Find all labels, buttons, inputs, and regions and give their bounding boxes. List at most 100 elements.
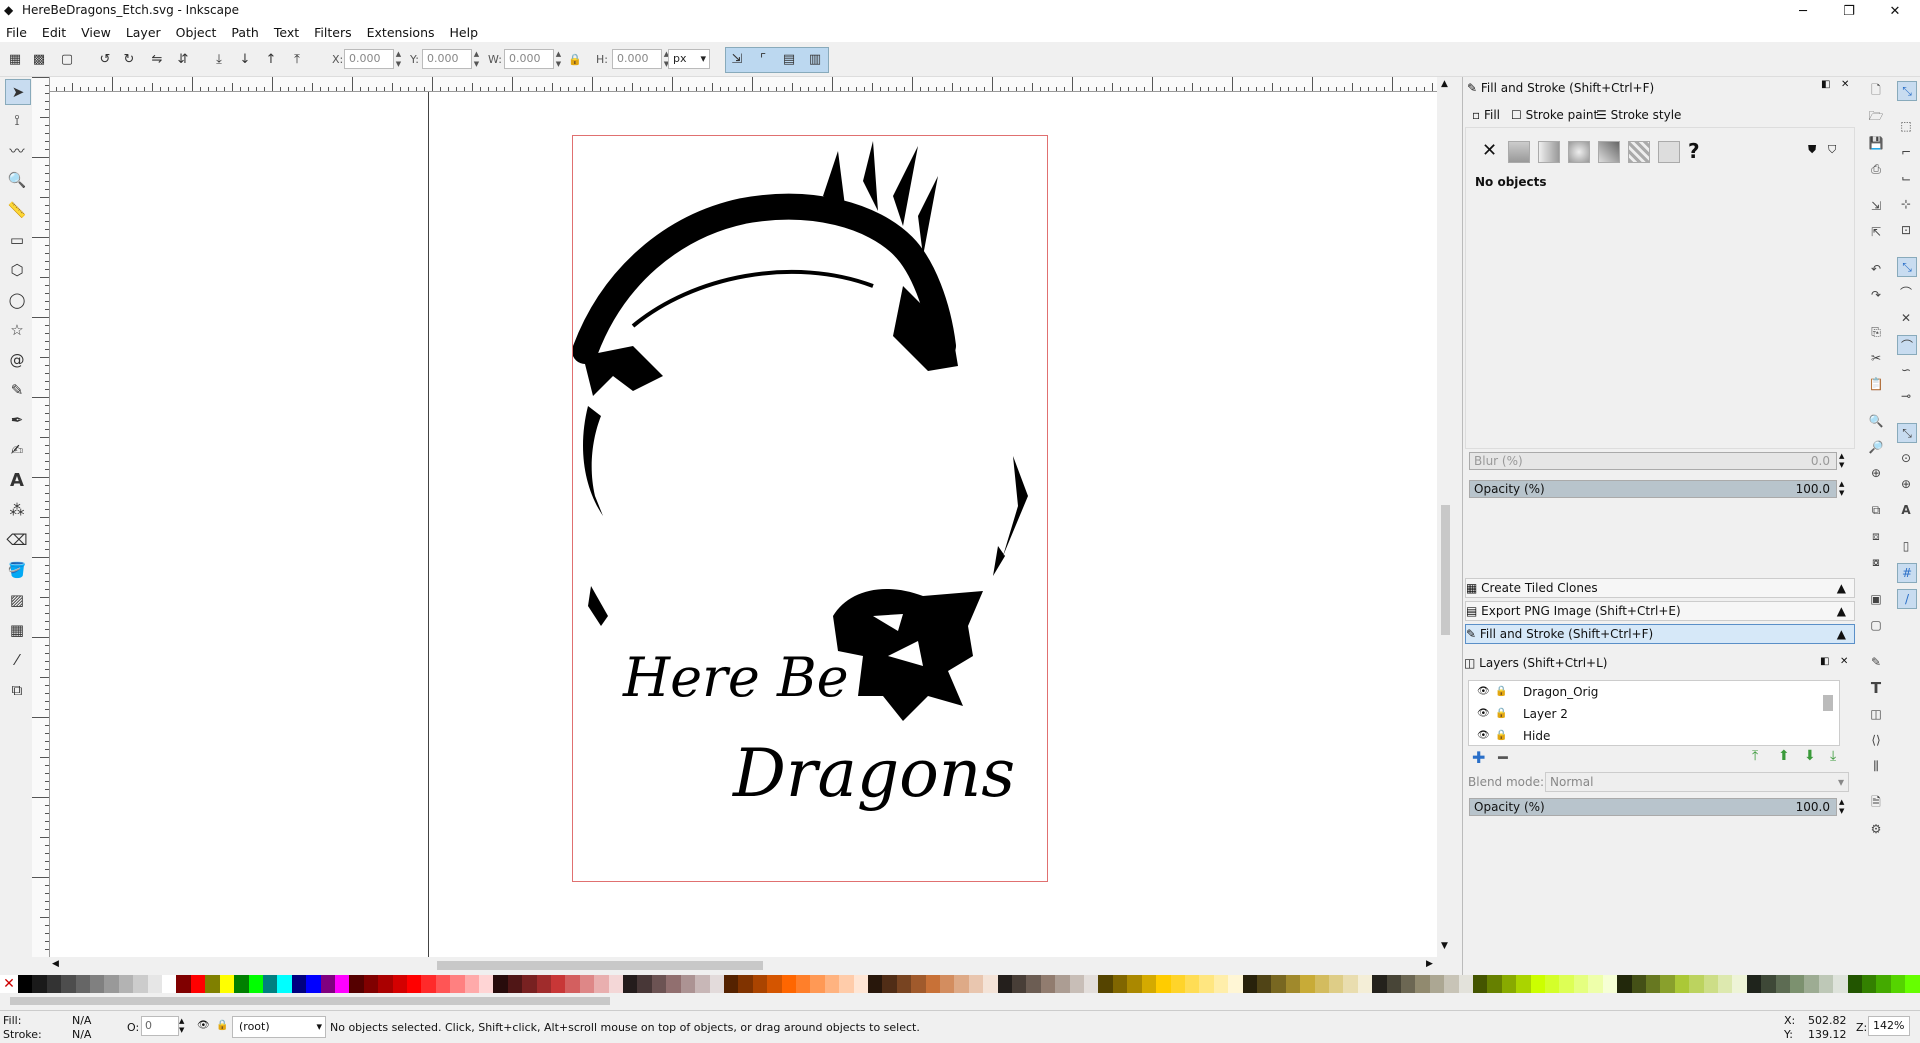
layer-row[interactable]: 👁 🔒 Layer 2 (1469, 703, 1819, 725)
color-swatch[interactable] (1170, 975, 1185, 993)
color-swatch[interactable] (1804, 975, 1819, 993)
color-swatch[interactable] (32, 975, 47, 993)
color-swatch[interactable] (579, 975, 595, 993)
color-swatch[interactable] (349, 975, 364, 993)
color-swatch[interactable] (450, 975, 465, 993)
color-swatch[interactable] (810, 975, 825, 993)
color-swatch[interactable] (551, 975, 566, 993)
star-tool-icon[interactable]: ☆ (5, 318, 29, 342)
deselect-icon[interactable]: ▢ (58, 50, 76, 68)
color-swatch[interactable] (896, 975, 912, 993)
menu-edit[interactable]: Edit (42, 25, 66, 40)
menu-path[interactable]: Path (231, 25, 258, 40)
color-swatch[interactable] (723, 975, 739, 993)
opacity-input[interactable]: 0 (141, 1016, 179, 1036)
eye-icon[interactable]: 👁 (1477, 725, 1490, 745)
no-paint-icon[interactable]: ✕ (1482, 140, 1497, 161)
lock-icon[interactable]: 🔒 (1495, 725, 1507, 745)
color-swatch[interactable] (1847, 975, 1862, 993)
color-swatch[interactable] (1602, 975, 1618, 993)
zoom-tool-icon[interactable]: 🔍 (5, 168, 29, 192)
snap-bbox-center-icon[interactable]: ⊡ (1897, 221, 1915, 239)
x-spinner[interactable]: ▲ ▼ (394, 49, 403, 69)
panel-dock-icon[interactable]: ◧ (1821, 79, 1830, 90)
color-swatch[interactable] (61, 975, 76, 993)
layer-down-icon[interactable]: ⬇ (1804, 748, 1816, 764)
color-swatch[interactable] (1199, 975, 1214, 993)
menu-file[interactable]: File (6, 25, 27, 40)
color-swatch[interactable] (406, 975, 422, 993)
color-swatch[interactable] (1674, 975, 1690, 993)
color-swatch[interactable] (738, 975, 753, 993)
color-swatch[interactable] (565, 975, 580, 993)
color-swatch[interactable] (695, 975, 710, 993)
mesh-gradient-button[interactable] (1598, 141, 1620, 163)
color-swatch[interactable] (46, 975, 62, 993)
color-swatch[interactable] (104, 975, 119, 993)
color-swatch[interactable] (1242, 975, 1257, 993)
color-swatch[interactable] (1689, 975, 1704, 993)
layer-visibility-icon[interactable]: 👁 (197, 1020, 210, 1031)
snap-bbox-edge-icon[interactable]: ⌐ (1897, 143, 1915, 161)
duplicate-icon[interactable]: ⧉ (1867, 501, 1885, 519)
color-swatch[interactable] (1012, 975, 1027, 993)
blend-mode-select[interactable]: Normal ▾ (1545, 772, 1849, 792)
color-swatch[interactable] (752, 975, 768, 993)
color-swatch[interactable] (1372, 975, 1387, 993)
color-swatch[interactable] (1213, 975, 1229, 993)
radial-gradient-button[interactable] (1568, 141, 1590, 163)
horizontal-scroll-thumb[interactable] (437, 961, 763, 970)
flip-vertical-icon[interactable]: ⇵ (174, 50, 192, 68)
tab-stroke-paint[interactable]: ☐ Stroke paint (1511, 105, 1598, 125)
fill-opacity-slider[interactable]: Opacity (%) 100.0 (1469, 480, 1837, 498)
color-swatch[interactable] (90, 975, 105, 993)
lower-icon[interactable]: ↓ (236, 50, 254, 68)
scroll-down-icon[interactable]: ▼ (1441, 941, 1448, 951)
color-swatch[interactable] (176, 975, 191, 993)
color-swatch[interactable] (1573, 975, 1589, 993)
color-swatch[interactable] (1660, 975, 1675, 993)
menu-text[interactable]: Text (274, 25, 299, 40)
color-swatch[interactable] (162, 975, 177, 993)
color-swatch[interactable] (954, 975, 969, 993)
preferences-icon[interactable]: ⚙ (1867, 820, 1885, 838)
color-swatch[interactable] (334, 975, 350, 993)
layers-dock-icon[interactable]: ◧ (1820, 656, 1829, 667)
snap-nodes-icon[interactable]: ⤡ (1897, 257, 1917, 277)
color-swatch[interactable] (867, 975, 883, 993)
color-swatch[interactable] (680, 975, 696, 993)
add-layer-icon[interactable]: ✚ (1472, 748, 1485, 767)
fill-indicator-value[interactable]: N/A (72, 1014, 91, 1027)
color-swatch[interactable] (1444, 975, 1459, 993)
fill-rule-evenodd-icon[interactable]: ⛊ (1808, 143, 1816, 157)
rotate-ccw-icon[interactable]: ↺ (96, 50, 114, 68)
color-swatch[interactable] (1862, 975, 1877, 993)
color-swatch[interactable] (1530, 975, 1546, 993)
color-swatch[interactable] (479, 975, 494, 993)
palette-scrollbar[interactable] (0, 993, 1920, 1009)
snap-path-icon[interactable]: ⌒ (1897, 283, 1915, 301)
connector-tool-icon[interactable]: ⧉ (5, 678, 29, 702)
opacity-spinner[interactable]: ▲ ▼ (179, 1017, 184, 1035)
color-swatch[interactable] (1717, 975, 1733, 993)
color-swatch[interactable] (1401, 975, 1416, 993)
snap-others-icon[interactable]: ⤡ (1897, 423, 1917, 443)
color-swatch[interactable] (262, 975, 278, 993)
layer-lock-icon[interactable]: 🔒 (216, 1020, 228, 1031)
layers-scroll-thumb[interactable] (1823, 695, 1833, 711)
color-swatch[interactable] (1746, 975, 1762, 993)
color-swatch[interactable] (205, 975, 220, 993)
color-swatch[interactable] (1098, 975, 1113, 993)
clone-icon[interactable]: ⧈ (1867, 527, 1885, 545)
panel-close-icon[interactable]: ✕ (1841, 79, 1849, 90)
color-swatch[interactable] (1789, 975, 1805, 993)
color-swatch[interactable] (940, 975, 955, 993)
color-swatch[interactable] (1905, 975, 1920, 993)
fill-opacity-spinner[interactable]: ▲ ▼ (1839, 480, 1844, 498)
scroll-left-icon[interactable]: ◀ (52, 959, 59, 969)
paste-icon[interactable]: 📋 (1867, 375, 1885, 393)
snap-line-midpoint-icon[interactable]: ⊸ (1897, 387, 1915, 405)
scale-corners-icon[interactable]: ⌜ (754, 50, 772, 68)
color-swatch[interactable] (320, 975, 335, 993)
color-swatch[interactable] (1617, 975, 1632, 993)
